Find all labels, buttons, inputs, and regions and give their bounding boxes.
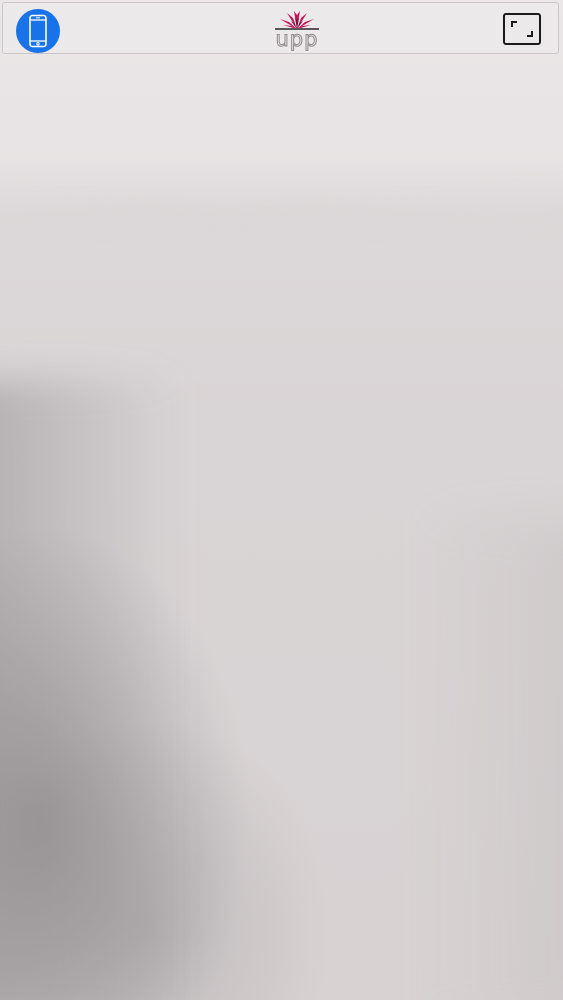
app-logo: upp xyxy=(265,9,329,52)
camera-highlight-band xyxy=(0,135,563,225)
fullscreen-button[interactable] xyxy=(503,13,541,45)
logo-text: upp xyxy=(275,27,319,52)
top-bar: upp xyxy=(2,2,559,54)
device-mode-button[interactable] xyxy=(16,9,60,53)
camera-shadow-left xyxy=(0,380,180,1000)
camera-preview xyxy=(0,0,563,1000)
smartphone-icon xyxy=(29,14,47,48)
camera-shadow-right xyxy=(423,520,563,1000)
fullscreen-icon xyxy=(511,21,533,37)
